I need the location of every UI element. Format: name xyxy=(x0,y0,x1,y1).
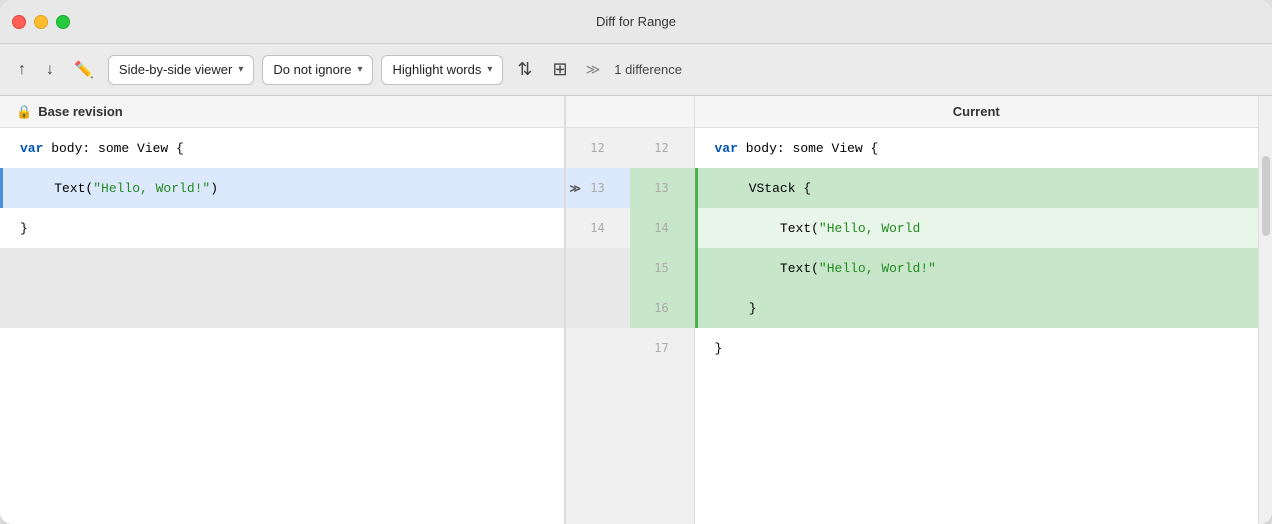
highlight-dropdown[interactable]: Highlight words ▾ xyxy=(381,55,503,85)
viewer-dropdown[interactable]: Side-by-side viewer ▾ xyxy=(108,55,254,85)
chevron-down-icon: ▾ xyxy=(238,64,243,75)
gutter-left-13: ≫ 13 xyxy=(566,168,630,208)
columns-button[interactable]: ⊞ xyxy=(546,55,573,84)
titlebar: Diff for Range xyxy=(0,0,1272,44)
gutter-right-16: 16 xyxy=(630,288,694,328)
right-panel-title: Current xyxy=(953,104,1000,119)
right-line-15: Text("Hello, World!" xyxy=(695,248,1259,288)
diff-arrow-icon: ≫ xyxy=(570,182,582,195)
collapse-icon: ⇅ xyxy=(517,59,532,80)
gutter: 12 ≫ 13 14 12 13 14 15 16 xyxy=(565,96,695,524)
diff-count: 1 difference xyxy=(614,62,682,77)
down-button[interactable]: ↓ xyxy=(40,57,60,83)
ignore-dropdown[interactable]: Do not ignore ▾ xyxy=(262,55,373,85)
gutter-left-12: 12 xyxy=(566,128,630,168)
app-window: Diff for Range ↑ ↓ ✏️ Side-by-side viewe… xyxy=(0,0,1272,524)
up-button[interactable]: ↑ xyxy=(12,57,32,83)
gutter-right-13: 13 xyxy=(630,168,694,208)
gutter-left-17 xyxy=(566,328,630,368)
window-title: Diff for Range xyxy=(596,14,676,29)
edit-icon: ✏️ xyxy=(74,60,94,80)
scrollbar[interactable] xyxy=(1258,96,1272,524)
close-button[interactable] xyxy=(12,15,26,29)
right-panel: Current var body: some View { VStack { T… xyxy=(695,96,1259,524)
toolbar: ↑ ↓ ✏️ Side-by-side viewer ▾ Do not igno… xyxy=(0,44,1272,96)
left-line-16-empty xyxy=(0,288,564,328)
left-line-14: } xyxy=(0,208,564,248)
gutter-right-17: 17 xyxy=(630,328,694,368)
right-line-14: Text("Hello, World xyxy=(695,208,1259,248)
code-text: Text("Hello, World xyxy=(718,221,921,236)
left-line-15-empty xyxy=(0,248,564,288)
right-line-13: VStack { xyxy=(695,168,1259,208)
left-panel-title: Base revision xyxy=(38,104,123,119)
code-text: var body: some View { xyxy=(715,141,879,156)
code-text: Text("Hello, World!" xyxy=(718,261,936,276)
gutter-header xyxy=(566,96,694,128)
scrollbar-thumb[interactable] xyxy=(1262,156,1270,236)
traffic-lights xyxy=(12,15,70,29)
left-line-12: var body: some View { xyxy=(0,128,564,168)
right-panel-header: Current xyxy=(695,96,1259,128)
gutter-left-16-empty xyxy=(566,288,630,328)
lock-icon: 🔒 xyxy=(16,104,32,120)
gutter-left-col: 12 ≫ 13 14 xyxy=(566,128,630,524)
chevron-down-icon: ▾ xyxy=(487,64,492,75)
minimize-button[interactable] xyxy=(34,15,48,29)
edit-button[interactable]: ✏️ xyxy=(68,56,100,84)
gutter-right-12: 12 xyxy=(630,128,694,168)
collapse-button[interactable]: ⇅ xyxy=(511,55,538,84)
right-line-17: } xyxy=(695,328,1259,368)
down-icon: ↓ xyxy=(46,61,54,79)
diff-area: 🔒 Base revision var body: some View { Te… xyxy=(0,96,1272,524)
code-text: } xyxy=(715,341,723,356)
more-icon: ≫ xyxy=(586,61,601,78)
code-text: } xyxy=(718,301,757,316)
right-code-panel: var body: some View { VStack { Text("Hel… xyxy=(695,128,1259,524)
highlight-label: Highlight words xyxy=(392,62,481,77)
left-line-13: Text("Hello, World!") xyxy=(0,168,564,208)
code-text: } xyxy=(20,221,28,236)
left-panel: 🔒 Base revision var body: some View { Te… xyxy=(0,96,565,524)
chevron-down-icon: ▾ xyxy=(357,64,362,75)
up-icon: ↑ xyxy=(18,61,26,79)
left-panel-header: 🔒 Base revision xyxy=(0,96,564,128)
maximize-button[interactable] xyxy=(56,15,70,29)
right-line-12: var body: some View { xyxy=(695,128,1259,168)
viewer-label: Side-by-side viewer xyxy=(119,62,232,77)
gutter-right-col: 12 13 14 15 16 17 xyxy=(630,128,694,524)
code-text: var body: some View { xyxy=(20,141,184,156)
ignore-label: Do not ignore xyxy=(273,62,351,77)
gutter-right-14: 14 xyxy=(630,208,694,248)
gutter-left-15-empty xyxy=(566,248,630,288)
right-line-16: } xyxy=(695,288,1259,328)
gutter-right-15: 15 xyxy=(630,248,694,288)
columns-icon: ⊞ xyxy=(552,59,567,80)
code-text: Text("Hello, World!") xyxy=(23,181,218,196)
code-text: VStack { xyxy=(718,181,812,196)
gutter-left-14: 14 xyxy=(566,208,630,248)
left-code-panel: var body: some View { Text("Hello, World… xyxy=(0,128,564,524)
gutter-lines: 12 ≫ 13 14 12 13 14 15 16 xyxy=(566,128,694,524)
